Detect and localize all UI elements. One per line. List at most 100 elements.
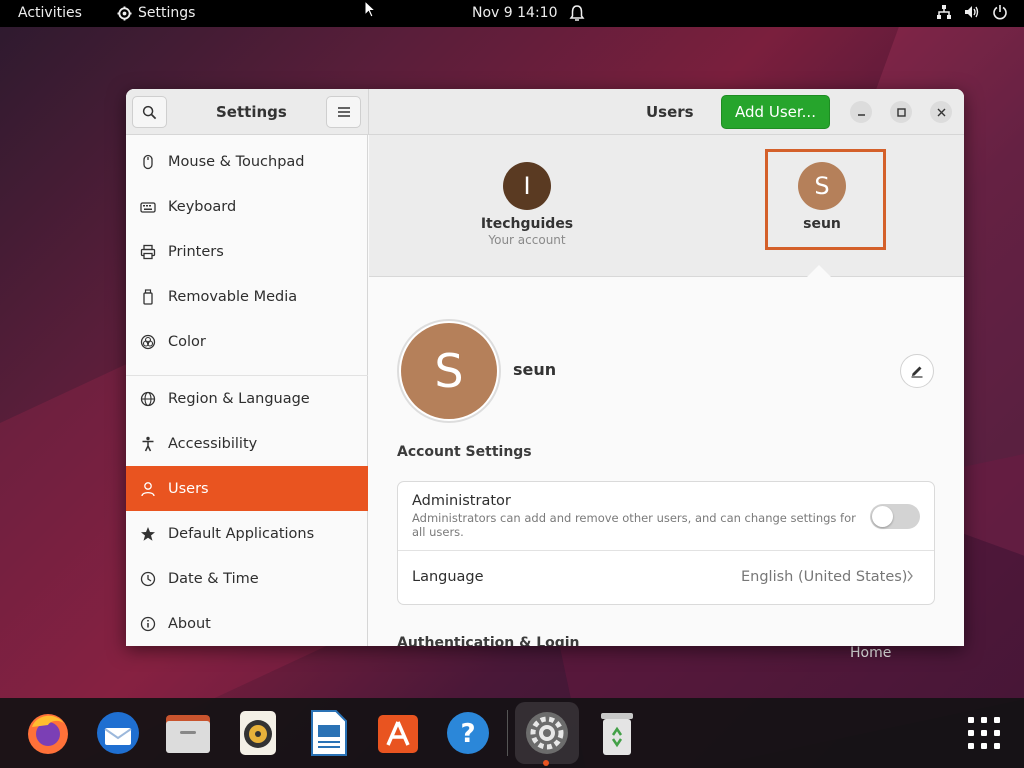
alarm-icon[interactable] [569, 4, 585, 26]
administrator-description: Administrators can add and remove other … [412, 511, 856, 539]
sidebar-item-keyboard[interactable]: Keyboard [126, 184, 368, 229]
highlight-box [765, 149, 886, 250]
sidebar-item-label: Default Applications [168, 525, 315, 542]
toggle-knob [872, 506, 893, 527]
sidebar-item-label: Removable Media [168, 288, 298, 305]
settings-window: Settings Users Add User... Mouse & Touch… [126, 89, 964, 646]
sidebar-item-users[interactable]: Users [126, 466, 368, 511]
writer-icon[interactable] [304, 709, 352, 757]
thunderbird-icon[interactable] [94, 709, 142, 757]
user-avatar-large[interactable]: S [397, 319, 501, 423]
user-full-name: seun [513, 360, 557, 379]
sidebar-item-label: Mouse & Touchpad [168, 153, 305, 170]
power-icon [992, 4, 1008, 20]
trash-icon[interactable] [593, 709, 641, 757]
avatar-itechguides[interactable]: I [503, 162, 551, 210]
sidebar-item-label: Region & Language [168, 390, 310, 407]
activities-button[interactable]: Activities [18, 5, 82, 21]
sidebar-item-label: Keyboard [168, 198, 237, 215]
search-button[interactable] [132, 96, 167, 128]
mouse-icon [126, 154, 168, 170]
removable-media-icon [126, 288, 168, 305]
hamburger-icon [337, 107, 350, 117]
account-settings-card: Administrator Administrators can add and… [397, 481, 935, 605]
app-center-icon[interactable] [374, 709, 422, 757]
sidebar-item-date-time[interactable]: Date & Time [126, 556, 368, 601]
firefox-icon[interactable] [24, 709, 72, 757]
search-icon [142, 105, 157, 119]
header-divider [368, 89, 369, 135]
star-icon [126, 526, 168, 542]
mouse-cursor-icon [364, 0, 378, 24]
user-name-itechguides[interactable]: Itechguides [457, 216, 597, 232]
app-name: Settings [138, 5, 196, 21]
sidebar-item-color[interactable]: Color [126, 319, 368, 364]
rhythmbox-icon[interactable] [234, 709, 282, 757]
authentication-login-title: Authentication & Login [397, 635, 580, 646]
color-icon [126, 334, 168, 350]
menu-button[interactable] [326, 96, 361, 128]
maximize-button[interactable] [890, 101, 912, 123]
sidebar-item-label: About [168, 615, 211, 632]
user-icon [126, 481, 168, 497]
files-icon[interactable] [164, 709, 212, 757]
edit-name-button[interactable] [900, 354, 934, 388]
sidebar-item-printers[interactable]: Printers [126, 229, 368, 274]
gear-icon [117, 5, 132, 21]
system-tray[interactable] [936, 4, 1008, 20]
pencil-icon [911, 366, 923, 378]
info-icon [126, 616, 168, 632]
sidebar-item-label: Printers [168, 243, 224, 260]
clock[interactable]: Nov 9 14:10 [472, 5, 557, 21]
sidebar-item-label: Color [168, 333, 206, 350]
language-value[interactable]: English (United States) [741, 569, 907, 585]
sidebar-item-removable-media[interactable]: Removable Media [126, 274, 368, 319]
accessibility-icon [126, 436, 168, 452]
sidebar: Mouse & Touchpad Keyboard Printers Remov… [126, 135, 368, 646]
sidebar-item-region-language[interactable]: Region & Language [126, 376, 368, 421]
users-panel: I Itechguides Your account S seun S seun… [369, 135, 964, 646]
administrator-toggle[interactable] [870, 504, 920, 529]
show-apps-icon[interactable] [960, 709, 1008, 757]
volume-icon [964, 4, 980, 20]
user-subtitle: Your account [488, 233, 566, 247]
keyboard-icon [126, 199, 168, 215]
sidebar-item-label: Users [168, 480, 209, 497]
row-divider [398, 550, 934, 551]
chevron-right-icon[interactable] [906, 568, 914, 586]
close-button[interactable] [930, 101, 952, 123]
avatar-initial: S [401, 323, 497, 419]
selection-caret [806, 265, 832, 278]
globe-icon [126, 391, 168, 407]
sidebar-item-about[interactable]: About [126, 601, 368, 646]
help-icon[interactable]: ? [444, 709, 492, 757]
sidebar-item-default-applications[interactable]: Default Applications [126, 511, 368, 556]
svg-text:?: ? [460, 719, 475, 749]
sidebar-item-label: Date & Time [168, 570, 259, 587]
close-icon [937, 108, 945, 116]
sidebar-item-accessibility[interactable]: Accessibility [126, 421, 368, 466]
sidebar-item-mouse-touchpad[interactable]: Mouse & Touchpad [126, 139, 368, 184]
minimize-button[interactable] [850, 101, 872, 123]
app-menu[interactable]: Settings [117, 5, 195, 21]
sidebar-item-label: Accessibility [168, 435, 258, 452]
network-icon [936, 4, 952, 20]
add-user-button[interactable]: Add User... [721, 95, 830, 129]
settings-icon[interactable] [523, 709, 571, 757]
page-title: Users [646, 103, 694, 121]
sidebar-title: Settings [216, 103, 287, 121]
account-settings-title: Account Settings [397, 444, 532, 460]
active-app-indicator [543, 760, 549, 766]
header-bar: Settings Users Add User... [126, 89, 964, 135]
maximize-icon [896, 107, 906, 117]
top-bar: Activities Settings Nov 9 14:10 [0, 0, 1024, 27]
administrator-label: Administrator [412, 493, 511, 509]
home-folder-label[interactable]: Home [850, 645, 891, 661]
language-label[interactable]: Language [412, 569, 484, 585]
dock [0, 698, 1024, 768]
minimize-icon [857, 113, 865, 116]
clock-icon [126, 571, 168, 587]
dock-separator [507, 710, 508, 756]
printer-icon [126, 244, 168, 260]
user-carousel: I Itechguides Your account S seun [369, 135, 964, 278]
